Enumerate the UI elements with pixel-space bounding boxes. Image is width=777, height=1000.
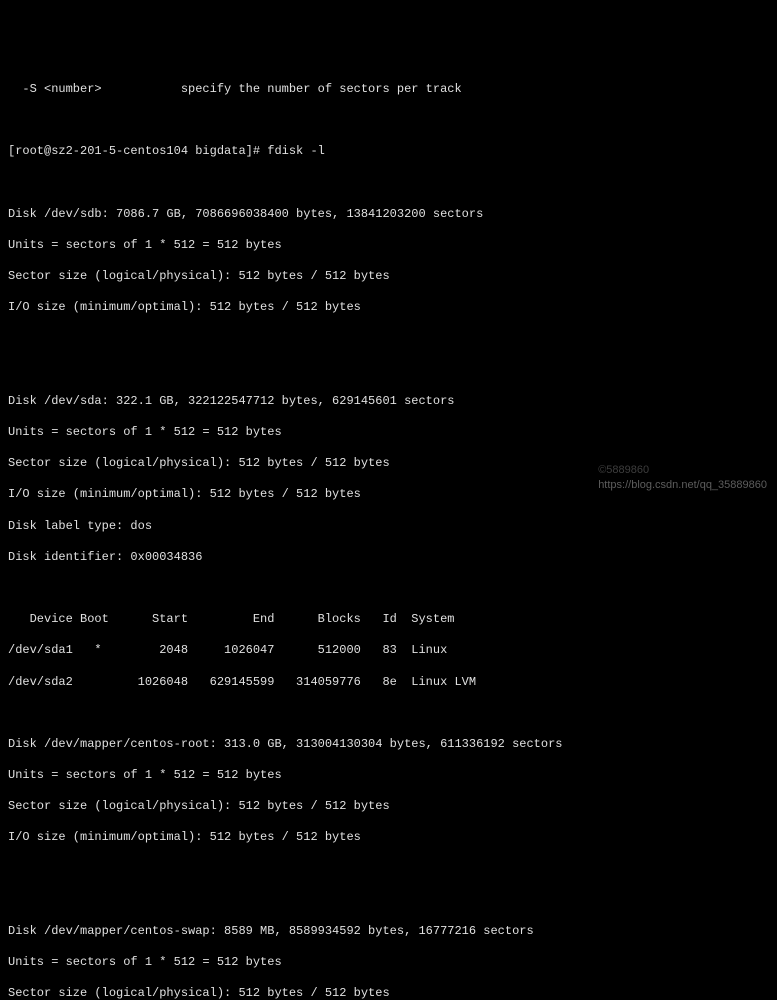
disk-sector: Sector size (logical/physical): 512 byte… bbox=[8, 986, 769, 1000]
disk-sector: Sector size (logical/physical): 512 byte… bbox=[8, 456, 769, 472]
disk-io: I/O size (minimum/optimal): 512 bytes / … bbox=[8, 300, 769, 316]
blank-line bbox=[8, 581, 769, 597]
blank-line bbox=[8, 893, 769, 909]
disk-sector: Sector size (logical/physical): 512 byte… bbox=[8, 799, 769, 815]
blank-line bbox=[8, 331, 769, 347]
disk-io: I/O size (minimum/optimal): 512 bytes / … bbox=[8, 487, 769, 503]
blank-line bbox=[8, 363, 769, 379]
disk-header: Disk /dev/sdb: 7086.7 GB, 7086696038400 … bbox=[8, 207, 769, 223]
shell-prompt: [root@sz2-201-5-centos104 bigdata]# bbox=[8, 144, 267, 158]
disk-label: Disk label type: dos bbox=[8, 519, 769, 535]
command-line: [root@sz2-201-5-centos104 bigdata]# fdis… bbox=[8, 144, 769, 160]
partition-table-header: Device Boot Start End Blocks Id System bbox=[8, 612, 769, 628]
help-fragment: -S <number> specify the number of sector… bbox=[8, 82, 769, 98]
disk-units: Units = sectors of 1 * 512 = 512 bytes bbox=[8, 768, 769, 784]
disk-units: Units = sectors of 1 * 512 = 512 bytes bbox=[8, 955, 769, 971]
partition-table-row: /dev/sda2 1026048 629145599 314059776 8e… bbox=[8, 675, 769, 691]
disk-header: Disk /dev/mapper/centos-swap: 8589 MB, 8… bbox=[8, 924, 769, 940]
terminal-output: -S <number> specify the number of sector… bbox=[8, 66, 769, 1000]
blank-line bbox=[8, 176, 769, 192]
disk-header: Disk /dev/sda: 322.1 GB, 322122547712 by… bbox=[8, 394, 769, 410]
blank-line bbox=[8, 113, 769, 129]
disk-io: I/O size (minimum/optimal): 512 bytes / … bbox=[8, 830, 769, 846]
disk-units: Units = sectors of 1 * 512 = 512 bytes bbox=[8, 425, 769, 441]
disk-sector: Sector size (logical/physical): 512 byte… bbox=[8, 269, 769, 285]
blank-line bbox=[8, 706, 769, 722]
typed-command: fdisk -l bbox=[267, 144, 325, 158]
blank-line bbox=[8, 862, 769, 878]
disk-units: Units = sectors of 1 * 512 = 512 bytes bbox=[8, 238, 769, 254]
partition-table-row: /dev/sda1 * 2048 1026047 512000 83 Linux bbox=[8, 643, 769, 659]
disk-header: Disk /dev/mapper/centos-root: 313.0 GB, … bbox=[8, 737, 769, 753]
disk-identifier: Disk identifier: 0x00034836 bbox=[8, 550, 769, 566]
